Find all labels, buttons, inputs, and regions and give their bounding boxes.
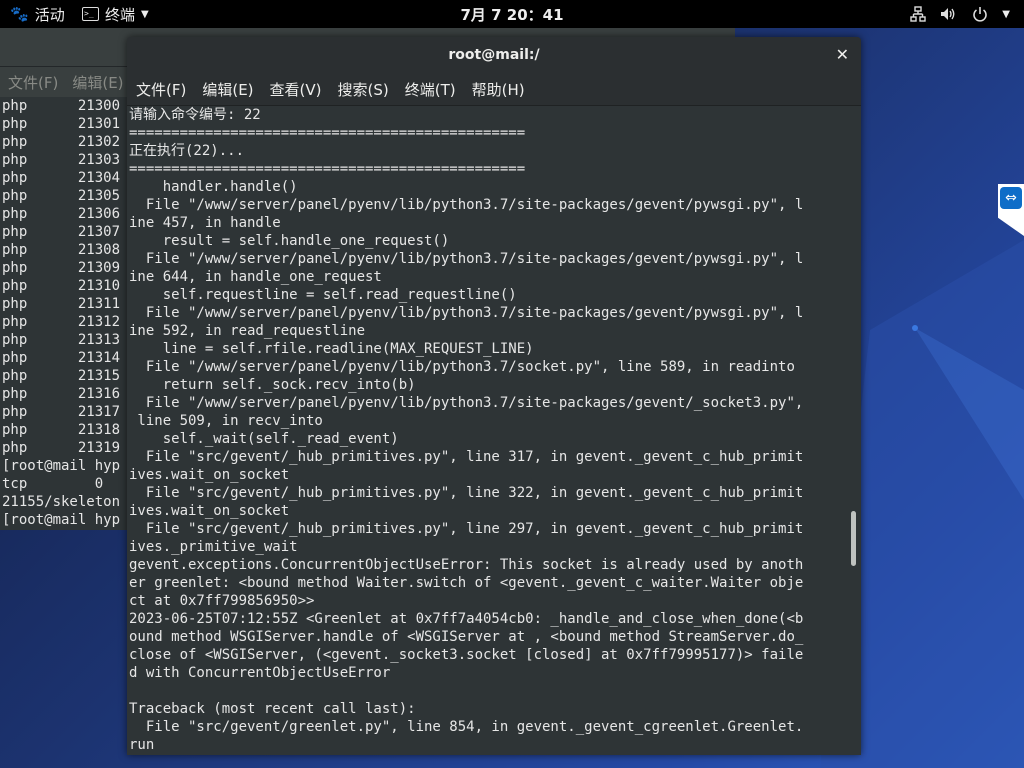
terminal-line: result = self.handle_one_request() xyxy=(129,233,450,249)
menu-bar: 文件(F) 编辑(E) 查看(V) 搜索(S) 终端(T) 帮助(H) xyxy=(127,73,861,106)
menu-search[interactable]: 搜索(S) xyxy=(338,79,389,100)
terminal-line: ives.wait_on_socket xyxy=(129,503,290,519)
menu-help[interactable]: 帮助(H) xyxy=(472,79,525,100)
scrollbar-thumb[interactable] xyxy=(851,511,856,566)
terminal-line: self.requestline = self.read_requestline… xyxy=(129,287,517,303)
volume-icon xyxy=(941,8,955,20)
app-name: 终端 xyxy=(105,5,136,24)
gnome-foot-icon: 🐾 xyxy=(10,5,29,23)
close-icon[interactable]: ✕ xyxy=(836,45,849,64)
scrollbar[interactable] xyxy=(847,106,861,755)
window-title: root@mail:/ xyxy=(448,47,540,63)
terminal-line: er greenlet: <bound method Waiter.switch… xyxy=(129,575,804,591)
activities-button[interactable]: 🐾 活动 xyxy=(10,0,65,28)
terminal-line: ========================================… xyxy=(129,161,526,177)
terminal-window[interactable]: root@mail:/ ✕ 文件(F) 编辑(E) 查看(V) 搜索(S) 终端… xyxy=(127,37,861,755)
terminal-line: ct at 0x7ff799856950>> xyxy=(129,593,315,609)
terminal-line: 2023-06-25T07:12:55Z <Greenlet at 0x7ff7… xyxy=(129,611,804,627)
bg-menu-edit[interactable]: 编辑(E) xyxy=(72,72,123,93)
power-icon xyxy=(973,7,988,22)
terminal-line: ine 457, in handle xyxy=(129,215,281,231)
system-tray[interactable]: ▼ xyxy=(910,0,1010,28)
terminal-line: Traceback (most recent call last): xyxy=(129,701,416,717)
bg-menu-file[interactable]: 文件(F) xyxy=(8,72,58,93)
terminal-line: File "src/gevent/_hub_primitives.py", li… xyxy=(129,521,804,537)
terminal-line: run xyxy=(129,737,155,753)
terminal-line: File "/www/server/panel/pyenv/lib/python… xyxy=(129,197,804,213)
terminal-line: ives.wait_on_socket xyxy=(129,467,290,483)
app-menu-button[interactable]: >_ 终端 ▼ xyxy=(82,0,149,28)
clock[interactable]: 7月 7 20：41 xyxy=(460,4,563,25)
terminal-line: ========================================… xyxy=(129,125,526,141)
terminal-line: File "/www/server/panel/pyenv/lib/python… xyxy=(129,305,804,321)
terminal-line: return self._sock.recv_into(b) xyxy=(129,377,416,393)
teamviewer-icon: ⇔ xyxy=(1000,187,1022,209)
terminal-line: 请输入命令编号: 22 xyxy=(129,107,261,123)
terminal-line: line = self.rfile.readline(MAX_REQUEST_L… xyxy=(129,341,534,357)
terminal-line: close of <WSGIServer, (<gevent._socket3.… xyxy=(129,647,804,663)
terminal-line: ine 592, in read_requestline xyxy=(129,323,366,339)
terminal-line: File "src/gevent/_hub_primitives.py", li… xyxy=(129,449,804,465)
terminal-line: File "/www/server/panel/pyenv/lib/python… xyxy=(129,395,804,411)
terminal-line: File "/www/server/panel/pyenv/lib/python… xyxy=(129,359,795,375)
window-title-bar[interactable]: root@mail:/ ✕ xyxy=(127,37,861,73)
menu-edit[interactable]: 编辑(E) xyxy=(202,79,253,100)
terminal-line: d with ConcurrentObjectUseError xyxy=(129,665,391,681)
activities-label: 活动 xyxy=(34,5,65,24)
terminal-line: File "src/gevent/greenlet.py", line 854,… xyxy=(129,719,804,735)
terminal-line: ine 644, in handle_one_request xyxy=(129,269,382,285)
terminal-line: ives._primitive_wait xyxy=(129,539,298,555)
chevron-down-icon: ▼ xyxy=(1002,8,1010,20)
network-icon xyxy=(910,6,926,22)
terminal-output[interactable]: 请输入命令编号: 22 =============================… xyxy=(127,106,849,755)
terminal-line: line 509, in recv_into xyxy=(129,413,323,429)
menu-view[interactable]: 查看(V) xyxy=(270,79,322,100)
terminal-line: 正在执行(22)... xyxy=(129,143,245,159)
terminal-line: gevent.exceptions.ConcurrentObjectUseErr… xyxy=(129,557,804,573)
terminal-line: ound method WSGIServer.handle of <WSGISe… xyxy=(129,629,804,645)
terminal-line: File "src/gevent/_hub_primitives.py", li… xyxy=(129,485,804,501)
terminal-line: self._wait(self._read_event) xyxy=(129,431,399,447)
menu-file[interactable]: 文件(F) xyxy=(136,79,186,100)
menu-terminal[interactable]: 终端(T) xyxy=(405,79,456,100)
chevron-down-icon: ▼ xyxy=(141,8,149,20)
terminal-line: File "/www/server/panel/pyenv/lib/python… xyxy=(129,251,804,267)
top-bar: 🐾 活动 >_ 终端 ▼ 7月 7 20：41 ▼ xyxy=(0,0,1024,28)
terminal-icon: >_ xyxy=(82,7,99,21)
clock-container: 7月 7 20：41 xyxy=(0,0,1024,28)
terminal-line: handler.handle() xyxy=(129,179,298,195)
